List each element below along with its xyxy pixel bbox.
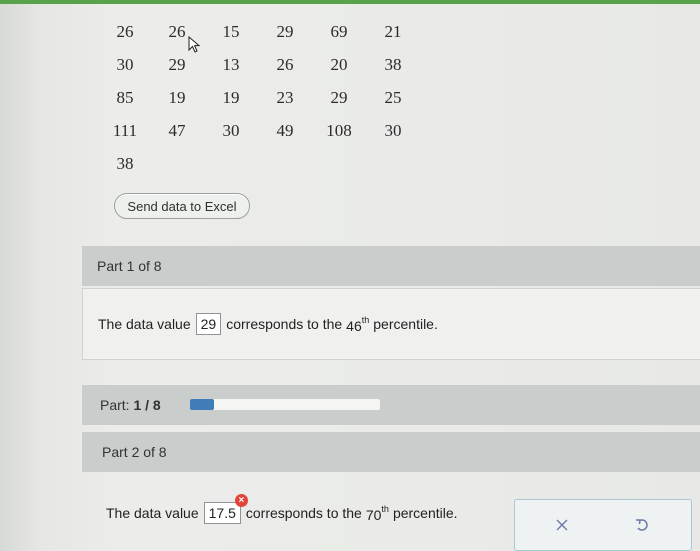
progress-track [190,399,380,410]
table-cell: 38 [384,55,402,74]
part-1-suffix: percentile. [373,316,438,332]
table-cell: 29 [168,55,186,74]
error-x-icon: × [234,494,248,507]
data-table: 26 26 15 29 69 21 30 29 13 26 20 38 85 1… [100,22,410,187]
table-cell: 30 [222,121,240,140]
table-cell: 23 [276,88,294,107]
send-data-to-excel-button[interactable]: Send data to Excel [114,193,250,219]
answer-action-panel [514,499,692,551]
progress-label-value: 1 / 8 [133,397,161,413]
table-cell: 30 [116,55,134,74]
undo-icon[interactable] [631,514,653,536]
progress-bar-row: Part: 1 / 8 [82,385,700,425]
table-cell: 49 [276,121,294,140]
top-accent-bar [0,0,700,4]
table-cell: 108 [326,121,352,140]
progress-label: Part: 1 / 8 [100,397,161,413]
part-2-answer-field[interactable]: 17.5 × [203,494,248,524]
table-cell: 13 [222,55,240,74]
part-1-sentence: The data value 29 corresponds to the 46t… [98,313,438,335]
progress-label-prefix: Part: [100,397,130,413]
table-row: 38 [100,154,410,187]
part-2-answer-value: 17.5 [208,505,236,521]
part-2-middle: corresponds to the [245,505,362,521]
table-cell: 29 [276,22,294,41]
table-cell: 30 [384,121,402,140]
table-row: 26 26 15 29 69 21 [100,22,410,55]
part-1-box: The data value 29 corresponds to the 46t… [82,288,700,360]
part-1-answer-field[interactable]: 29 [195,313,222,335]
table-row: 85 19 19 23 29 25 [100,88,410,121]
part-1-header: Part 1 of 8 [82,246,700,286]
part-1-percentile-value: 46th [346,314,370,334]
part-1-title: Part 1 of 8 [97,258,162,274]
table-cell: 19 [222,88,240,107]
part-1-prefix: The data value [98,316,191,332]
table-cell: 21 [384,22,402,41]
table-cell: 26 [116,22,134,41]
part-2-percentile-value: 70th [365,503,389,523]
table-cell: 29 [330,88,348,107]
table-cell: 69 [330,22,348,41]
table-cell: 20 [330,55,348,74]
part-2-header: Part 2 of 8 [82,432,700,472]
table-cell: 85 [116,88,134,107]
close-icon[interactable] [551,514,573,536]
table-cell: 19 [168,88,186,107]
table-cell: 47 [168,121,186,140]
part-1-middle: corresponds to the [226,316,343,332]
part-2-title: Part 2 of 8 [102,444,167,460]
table-cell: 38 [116,154,134,173]
part-2-sentence: The data value 17.5 × corresponds to the… [106,494,458,524]
table-cell: 111 [112,121,138,140]
progress-fill [190,399,214,410]
part-2-prefix: The data value [106,505,199,521]
table-cell: 25 [384,88,402,107]
part-2-suffix: percentile. [392,505,458,521]
table-row: 111 47 30 49 108 30 [100,121,410,154]
table-cell: 15 [222,22,240,41]
table-row: 30 29 13 26 20 38 [100,55,410,88]
mouse-cursor-icon [188,36,201,53]
table-cell: 26 [276,55,294,74]
